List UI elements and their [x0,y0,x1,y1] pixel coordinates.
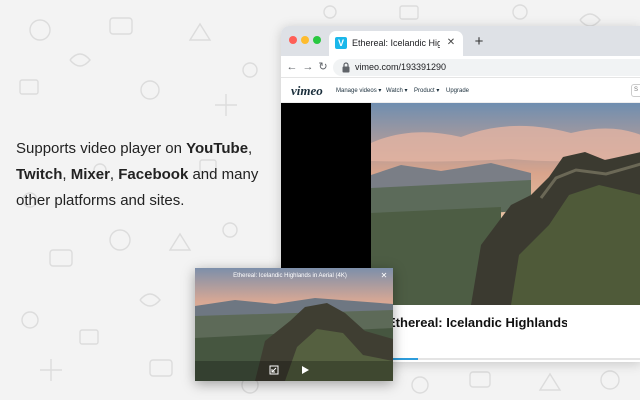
tab-title: Ethereal: Icelandic Highlands in Aerial [352,38,440,48]
picture-in-picture-window[interactable]: Ethereal: Icelandic Highlands in Aerial … [195,268,393,381]
vimeo-favicon-icon: V [335,37,347,49]
pip-title: Ethereal: Icelandic Highlands in Aerial … [233,273,347,279]
site-search-input[interactable]: S [631,84,640,97]
url-text: vimeo.com/193391290 [355,62,447,72]
brand-facebook: Facebook [118,166,189,183]
window-minimize-button[interactable] [301,36,309,44]
back-to-tab-icon[interactable] [269,365,279,375]
brand-youtube: YouTube [186,140,249,157]
promo-lead: Supports video player on [16,140,187,157]
vimeo-logo[interactable]: vimeo [291,83,323,99]
new-tab-button[interactable]: + [471,34,487,50]
window-maximize-button[interactable] [313,36,321,44]
back-button[interactable]: ← [285,60,299,74]
menu-upgrade[interactable]: Upgrade [446,87,469,95]
brand-mixer: Mixer [70,166,110,183]
promo-sep: , [248,140,253,157]
window-close-button[interactable] [289,36,297,44]
promo-sep: , [62,166,71,183]
reload-button[interactable]: ↻ [316,60,330,74]
tab-close-icon[interactable]: ✕ [445,37,457,49]
pip-video-frame [195,268,393,381]
menu-manage-videos[interactable]: Manage videos ▾ [336,87,381,95]
video-title: Ethereal: Icelandic Highlands in Aerial [387,315,567,330]
promo-text: Supports video player on YouTube, Twitch,… [16,136,278,214]
brand-twitch: Twitch [16,166,63,183]
tab-vimeo-video[interactable]: V Ethereal: Icelandic Highlands in Aeria… [329,31,463,56]
menu-watch[interactable]: Watch ▾ [386,87,407,95]
promo-sep: , [109,166,119,183]
pip-close-icon[interactable]: ✕ [379,271,389,281]
lock-icon [342,62,350,73]
forward-button[interactable]: → [301,60,315,74]
video-frame-landscape [371,103,640,305]
vimeo-site-nav: vimeo Manage videos ▾ Watch ▾ Product ▾ … [281,79,640,103]
address-bar: ← → ↻ vimeo.com/193391290 [281,56,640,78]
url-input[interactable]: vimeo.com/193391290 [333,59,640,76]
menu-product[interactable]: Product ▾ [414,87,439,95]
play-icon[interactable] [300,365,310,375]
tab-bar: V Ethereal: Icelandic Highlands in Aeria… [281,26,640,56]
